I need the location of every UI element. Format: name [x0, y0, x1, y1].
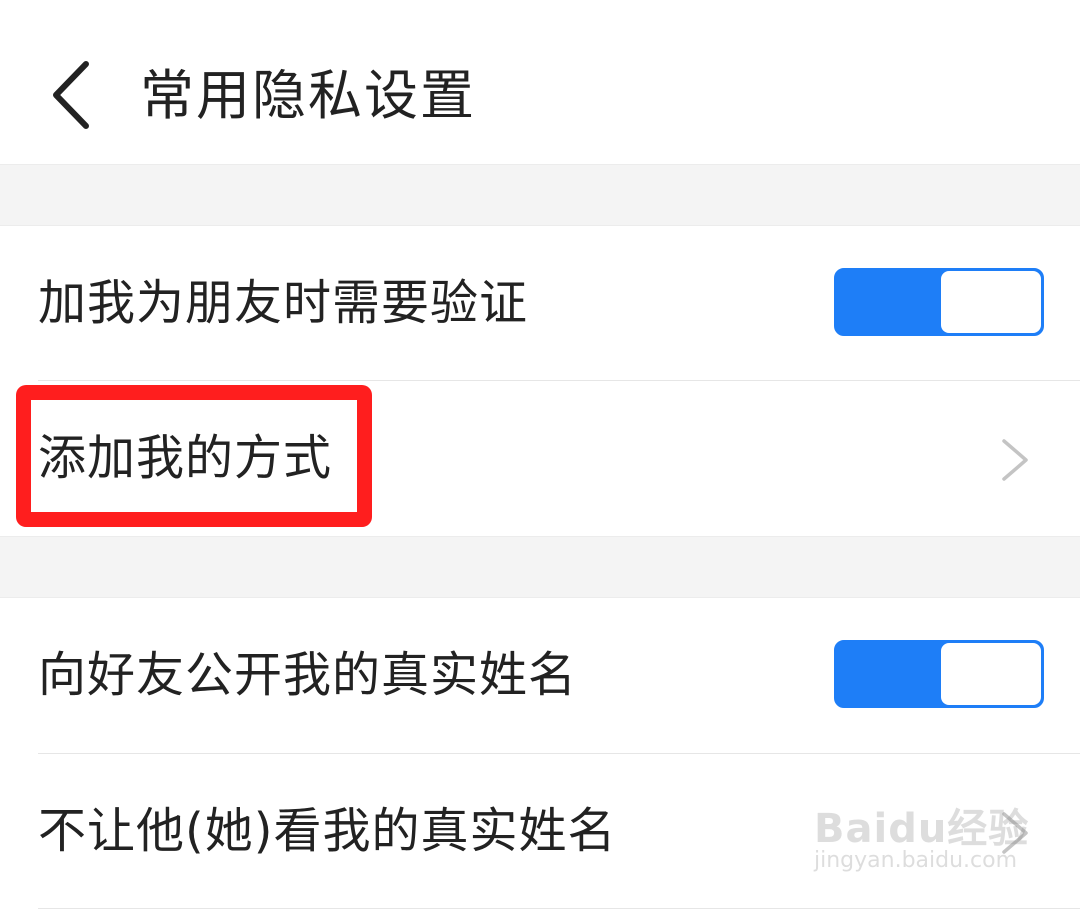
setting-label: 向好友公开我的真实姓名 [38, 647, 578, 703]
setting-label: 不让他(她)看我的真实姓名 [38, 803, 617, 859]
setting-row-add-methods[interactable]: 添加我的方式 [0, 381, 1080, 535]
toggle-knob [941, 271, 1041, 333]
privacy-settings-screen: 常用隐私设置 加我为朋友时需要验证 添加我的方式 向好友公开我的真实姓名 不让他… [0, 0, 1080, 909]
section-gap [0, 164, 1080, 226]
chevron-left-icon [53, 61, 89, 129]
page-title: 常用隐私设置 [140, 64, 476, 127]
header-bar: 常用隐私设置 [0, 0, 1080, 164]
chevron-right-icon [1002, 439, 1028, 481]
show-real-name-toggle[interactable] [834, 640, 1044, 708]
chevron-right-icon [1002, 812, 1028, 854]
toggle-knob [941, 643, 1041, 705]
setting-label: 添加我的方式 [38, 430, 333, 486]
back-button[interactable] [30, 50, 110, 140]
section-gap [0, 536, 1080, 598]
friend-verification-toggle[interactable] [834, 268, 1044, 336]
setting-row-hide-real-name[interactable]: 不让他(她)看我的真实姓名 [0, 754, 1080, 908]
setting-label: 加我为朋友时需要验证 [38, 275, 529, 331]
setting-row-show-real-name[interactable]: 向好友公开我的真实姓名 [0, 598, 1080, 752]
setting-row-friend-verification[interactable]: 加我为朋友时需要验证 [0, 226, 1080, 380]
